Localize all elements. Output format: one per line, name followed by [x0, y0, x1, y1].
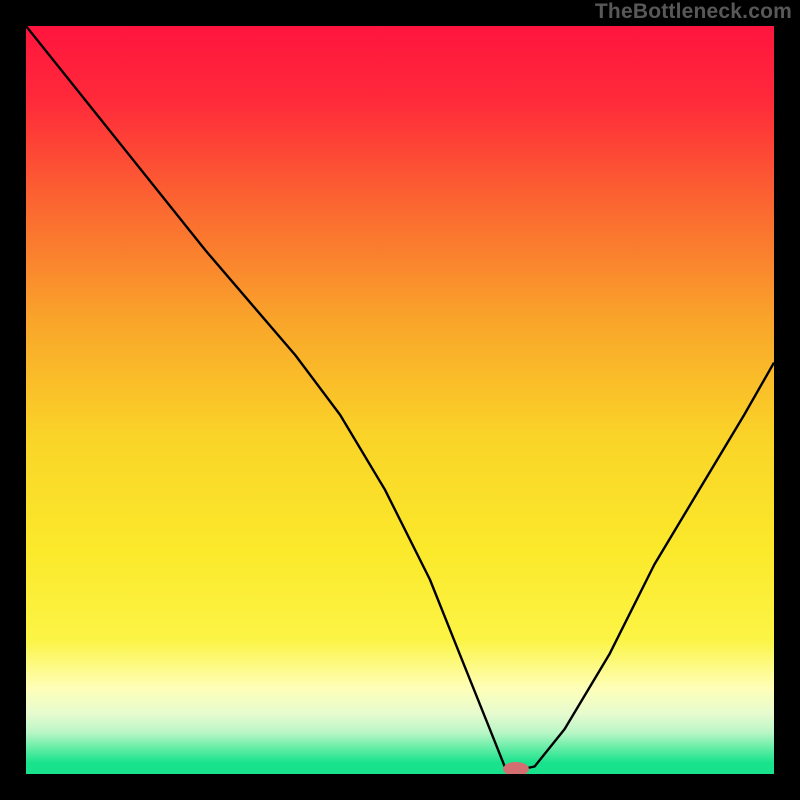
chart-container: TheBottleneck.com — [0, 0, 800, 800]
plot-area — [26, 26, 774, 774]
bottleneck-chart — [26, 26, 774, 774]
watermark-text: TheBottleneck.com — [595, 0, 792, 24]
gradient-background — [26, 26, 774, 774]
